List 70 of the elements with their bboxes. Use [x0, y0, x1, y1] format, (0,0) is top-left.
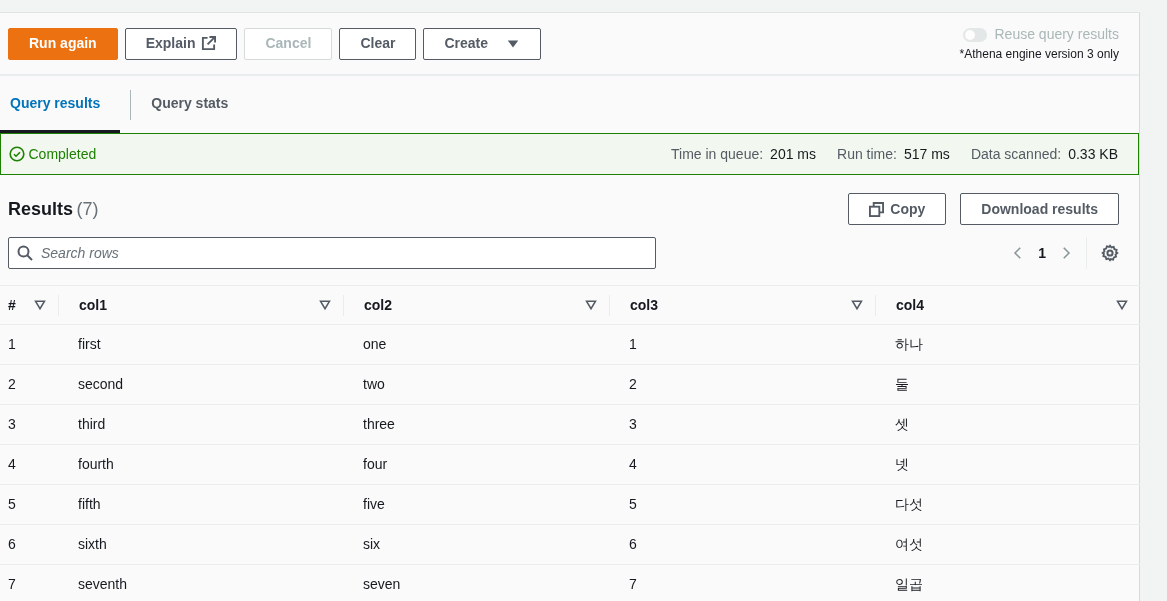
table-cell: seven — [343, 565, 609, 601]
download-button[interactable]: Download results — [960, 193, 1119, 225]
copy-icon — [869, 201, 885, 217]
toggle-label: Reuse query results — [994, 25, 1119, 44]
toolbar-button[interactable]: Explain — [124, 27, 238, 60]
column-header: # — [7, 295, 17, 315]
table-cell: third — [58, 405, 343, 445]
table-cell: 다섯 — [875, 485, 1140, 525]
column-header: col4 — [875, 294, 1116, 316]
settings-icon[interactable] — [1101, 244, 1119, 262]
table-cell: 5 — [609, 485, 875, 525]
table-cell: 6 — [609, 525, 875, 565]
table-cell: 둘 — [875, 365, 1140, 405]
table-cell: 셋 — [875, 405, 1140, 445]
filter-icon[interactable] — [34, 299, 46, 311]
column-header: col2 — [343, 294, 585, 316]
table-cell: three — [343, 405, 609, 445]
table-cell: 1 — [0, 325, 58, 365]
table-cell: 1 — [609, 325, 875, 365]
table-cell: 3 — [0, 405, 58, 445]
table-cell: second — [58, 365, 343, 405]
table-cell: fourth — [58, 445, 343, 485]
table-cell: sixth — [58, 525, 343, 565]
table-cell: 일곱 — [875, 565, 1140, 601]
stat-label: Run time: — [837, 144, 897, 164]
table-cell: seventh — [58, 565, 343, 601]
results-count: (7) — [76, 197, 99, 221]
check-circle-icon — [9, 146, 25, 162]
table-cell: 7 — [609, 565, 875, 601]
copy-button[interactable]: Copy — [848, 193, 947, 225]
stat-label: Data scanned: — [970, 144, 1062, 164]
table-cell: 7 — [0, 565, 58, 601]
table-cell: fifth — [58, 485, 343, 525]
table-cell: two — [343, 365, 609, 405]
filter-icon[interactable] — [851, 299, 863, 311]
table-cell: 4 — [0, 445, 58, 485]
stat-value: 0.33 KB — [1068, 144, 1118, 164]
column-header: col3 — [609, 294, 851, 316]
table-cell: six — [343, 525, 609, 565]
status-label: Completed — [28, 144, 97, 164]
table-cell: first — [58, 325, 343, 365]
table-cell: 넷 — [875, 445, 1140, 485]
table-cell: 6 — [0, 525, 58, 565]
search-field[interactable]: Search rows — [8, 237, 656, 269]
page-number[interactable]: 1 — [1038, 242, 1046, 264]
table-cell: one — [343, 325, 609, 365]
stat-value: 517 ms — [903, 144, 950, 164]
table-cell: 4 — [609, 445, 875, 485]
stat-label: Time in queue: — [671, 144, 764, 164]
table-cell: 2 — [0, 365, 58, 405]
toolbar-button[interactable]: Clear — [339, 27, 417, 60]
tab[interactable]: Query stats — [141, 76, 239, 133]
filter-icon[interactable] — [319, 299, 331, 311]
table-cell: 여섯 — [875, 525, 1140, 565]
filter-icon[interactable] — [585, 299, 597, 311]
table-cell: four — [343, 445, 609, 485]
stat-value: 201 ms — [770, 144, 817, 164]
table-cell: 하나 — [875, 325, 1140, 365]
table-cell: 5 — [0, 485, 58, 525]
column-header: col1 — [58, 294, 319, 316]
dropdown-button[interactable]: Create — [423, 27, 541, 60]
table-cell: 2 — [609, 365, 875, 405]
search-icon — [17, 245, 33, 261]
table-cell: five — [343, 485, 609, 525]
chevron-right-icon — [1060, 245, 1072, 261]
external-link-icon — [201, 36, 217, 51]
engine-note: *Athena engine version 3 only — [959, 46, 1119, 63]
table-cell: 3 — [609, 405, 875, 445]
results-title: Results — [8, 197, 74, 221]
filter-icon[interactable] — [1116, 299, 1128, 311]
